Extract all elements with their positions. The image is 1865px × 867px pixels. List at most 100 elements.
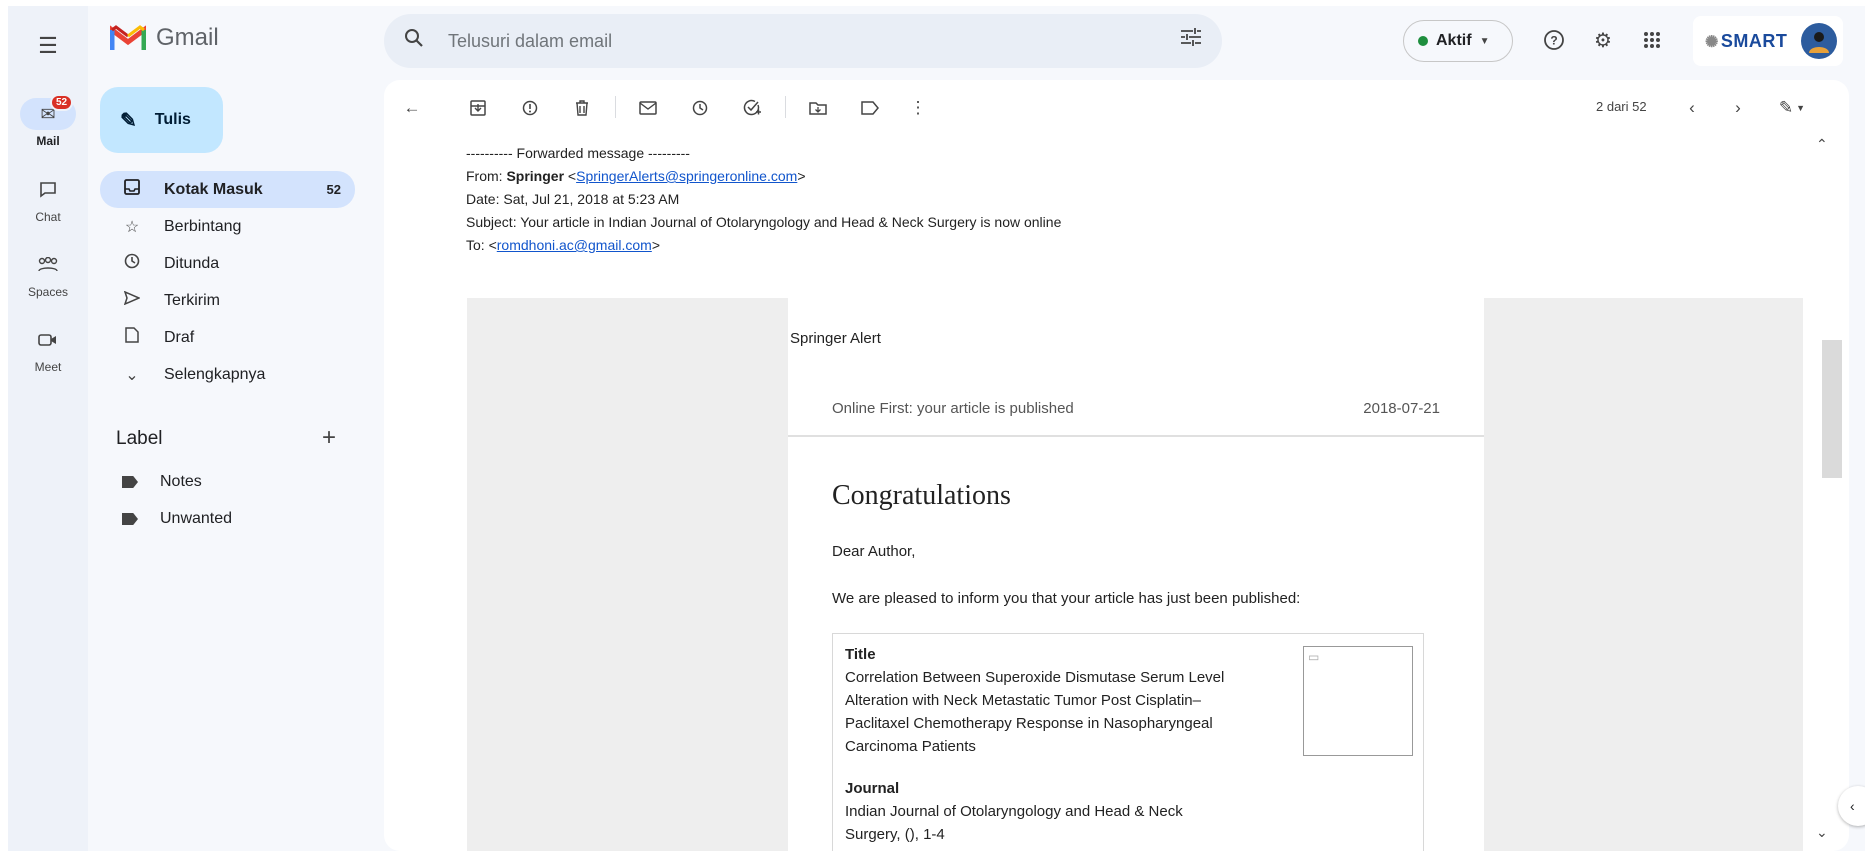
rail-item-mail[interactable]: ✉ 52 Mail	[8, 94, 88, 148]
nav-item-label: Terkirim	[164, 291, 220, 309]
section-divider	[788, 435, 1484, 437]
folder-nav: Kotak Masuk 52 ☆ Berbintang Ditunda Terk…	[100, 171, 355, 393]
sender-email-link[interactable]: SpringerAlerts@springeronline.com	[576, 168, 797, 184]
send-icon	[122, 290, 142, 310]
label-name: Notes	[160, 473, 202, 490]
compose-label: Tulis	[154, 111, 191, 128]
input-tools-pen-icon[interactable]: ✎ ▼	[1772, 94, 1812, 122]
rail-item-chat[interactable]: Chat	[8, 174, 88, 224]
bottom-strip	[0, 851, 1865, 867]
chevron-down-icon: ⌄	[125, 366, 139, 384]
nav-item-drafts[interactable]: Draf	[100, 319, 355, 356]
settings-gear-icon[interactable]: ⚙	[1585, 22, 1621, 58]
label-tag-icon	[122, 513, 138, 525]
star-icon: ☆	[124, 218, 140, 236]
journal-text: Indian Journal of Otolaryngology and Hea…	[845, 803, 1183, 843]
account-switcher[interactable]: ✺ SMART	[1693, 16, 1843, 66]
forwarded-header: ---------- Forwarded message --------- F…	[466, 142, 1061, 257]
left-gutter	[0, 0, 8, 867]
gmail-m-icon	[110, 25, 146, 50]
rail-item-spaces[interactable]: Spaces	[8, 249, 88, 299]
add-label-icon[interactable]: +	[322, 424, 336, 452]
sender-name: Springer	[506, 168, 565, 184]
pencil-icon: ✎	[120, 109, 137, 132]
more-vert-icon[interactable]: ⋮	[904, 94, 932, 122]
nav-item-label: Kotak Masuk	[164, 180, 263, 198]
top-strip	[0, 0, 1865, 6]
online-first-row: Online First: your article is published …	[832, 400, 1440, 417]
report-spam-icon[interactable]	[516, 94, 544, 122]
search-icon[interactable]	[404, 28, 424, 54]
article-title[interactable]: Correlation Between Superoxide Dismutase…	[845, 666, 1235, 758]
rail-item-label: Meet	[34, 360, 62, 374]
rail-item-label: Spaces	[27, 285, 69, 299]
newer-chevron-left-icon[interactable]: ‹	[1678, 94, 1706, 122]
main-menu-icon[interactable]: ☰	[28, 26, 68, 66]
broken-image-icon: ▭	[1308, 650, 1320, 664]
label-tag-icon	[122, 476, 138, 488]
help-icon[interactable]: ?	[1536, 22, 1572, 58]
online-first-text: Online First: your article is published	[832, 400, 1074, 417]
nav-item-label: Draf	[164, 328, 195, 346]
rail-item-label: Chat	[35, 210, 61, 224]
search-options-icon[interactable]	[1180, 28, 1202, 52]
nav-item-inbox[interactable]: Kotak Masuk 52	[100, 171, 355, 208]
compose-button[interactable]: ✎ Tulis	[100, 87, 223, 153]
intro-text: We are pleased to inform you that your a…	[832, 590, 1301, 607]
mark-unread-icon[interactable]	[634, 94, 662, 122]
status-selector[interactable]: Aktif ▼	[1403, 20, 1513, 62]
move-to-folder-icon[interactable]	[804, 94, 832, 122]
label-name: Unwanted	[160, 510, 233, 527]
older-chevron-right-icon[interactable]: ›	[1724, 94, 1752, 122]
cover-image-placeholder: ▭	[1303, 646, 1413, 756]
forward-from-line: From: Springer <SpringerAlerts@springero…	[466, 168, 806, 184]
snooze-clock-icon[interactable]	[686, 94, 714, 122]
label-icon[interactable]	[856, 94, 884, 122]
label-item-unwanted[interactable]: Unwanted	[122, 504, 232, 534]
inbox-icon	[122, 179, 142, 200]
search-bar	[384, 14, 1222, 68]
alert-title: Springer Alert	[790, 330, 881, 347]
add-to-tasks-icon[interactable]	[738, 94, 766, 122]
scroll-up-icon[interactable]: ⌃	[1816, 136, 1828, 153]
search-input[interactable]	[448, 29, 1088, 53]
unread-badge: 52	[50, 94, 74, 111]
organization-logo: ✺ SMART	[1705, 30, 1788, 51]
archive-icon[interactable]	[464, 94, 492, 122]
pagination-text: 2 dari 52	[1596, 99, 1647, 114]
gmail-app: ☰ ✉ 52 Mail Chat Spaces Meet Gmail Telus…	[0, 0, 1865, 867]
labels-heading: Label	[116, 428, 163, 449]
nav-item-more[interactable]: ⌄ Selengkapnya	[100, 356, 355, 393]
app-name: Gmail	[156, 24, 219, 51]
gmail-logo[interactable]: Gmail	[110, 24, 219, 52]
nav-item-label: Selengkapnya	[164, 365, 266, 383]
nav-item-starred[interactable]: ☆ Berbintang	[100, 208, 355, 245]
nav-item-label: Ditunda	[164, 254, 220, 272]
message-panel: ← ⋮ 2 dari 52 ‹ › ✎ ▼ ---------- Forward…	[384, 80, 1849, 851]
email-heading: Congratulations	[832, 480, 1011, 511]
springer-email-card: Springer Alert Online First: your articl…	[788, 298, 1484, 851]
article-info-box: Title Correlation Between Superoxide Dis…	[832, 633, 1424, 851]
toolbar-divider	[785, 96, 786, 118]
scrollbar-thumb[interactable]	[1822, 340, 1842, 478]
meet-icon	[20, 324, 76, 356]
scroll-down-icon[interactable]: ⌄	[1816, 824, 1828, 841]
label-item-notes[interactable]: Notes	[122, 467, 202, 497]
chevron-down-icon: ▼	[1479, 35, 1490, 47]
nav-item-snoozed[interactable]: Ditunda	[100, 245, 355, 282]
forward-date-line: Date: Sat, Jul 21, 2018 at 5:23 AM	[466, 191, 680, 207]
delete-trash-icon[interactable]	[568, 94, 596, 122]
nav-item-sent[interactable]: Terkirim	[100, 282, 355, 319]
title-label: Title	[845, 646, 876, 663]
apps-grid-icon[interactable]	[1634, 22, 1670, 58]
status-label: Aktif	[1436, 32, 1472, 49]
svg-text:?: ?	[1550, 34, 1557, 48]
recipient-email-link[interactable]: romdhoni.ac@gmail.com	[497, 237, 652, 253]
journal-label: Journal	[845, 780, 900, 797]
rail-item-label: Mail	[36, 134, 60, 148]
greeting: Dear Author,	[832, 543, 916, 560]
back-arrow-icon[interactable]: ←	[398, 94, 426, 122]
nav-item-label: Berbintang	[164, 217, 242, 235]
chat-icon	[20, 174, 76, 206]
rail-item-meet[interactable]: Meet	[8, 324, 88, 374]
